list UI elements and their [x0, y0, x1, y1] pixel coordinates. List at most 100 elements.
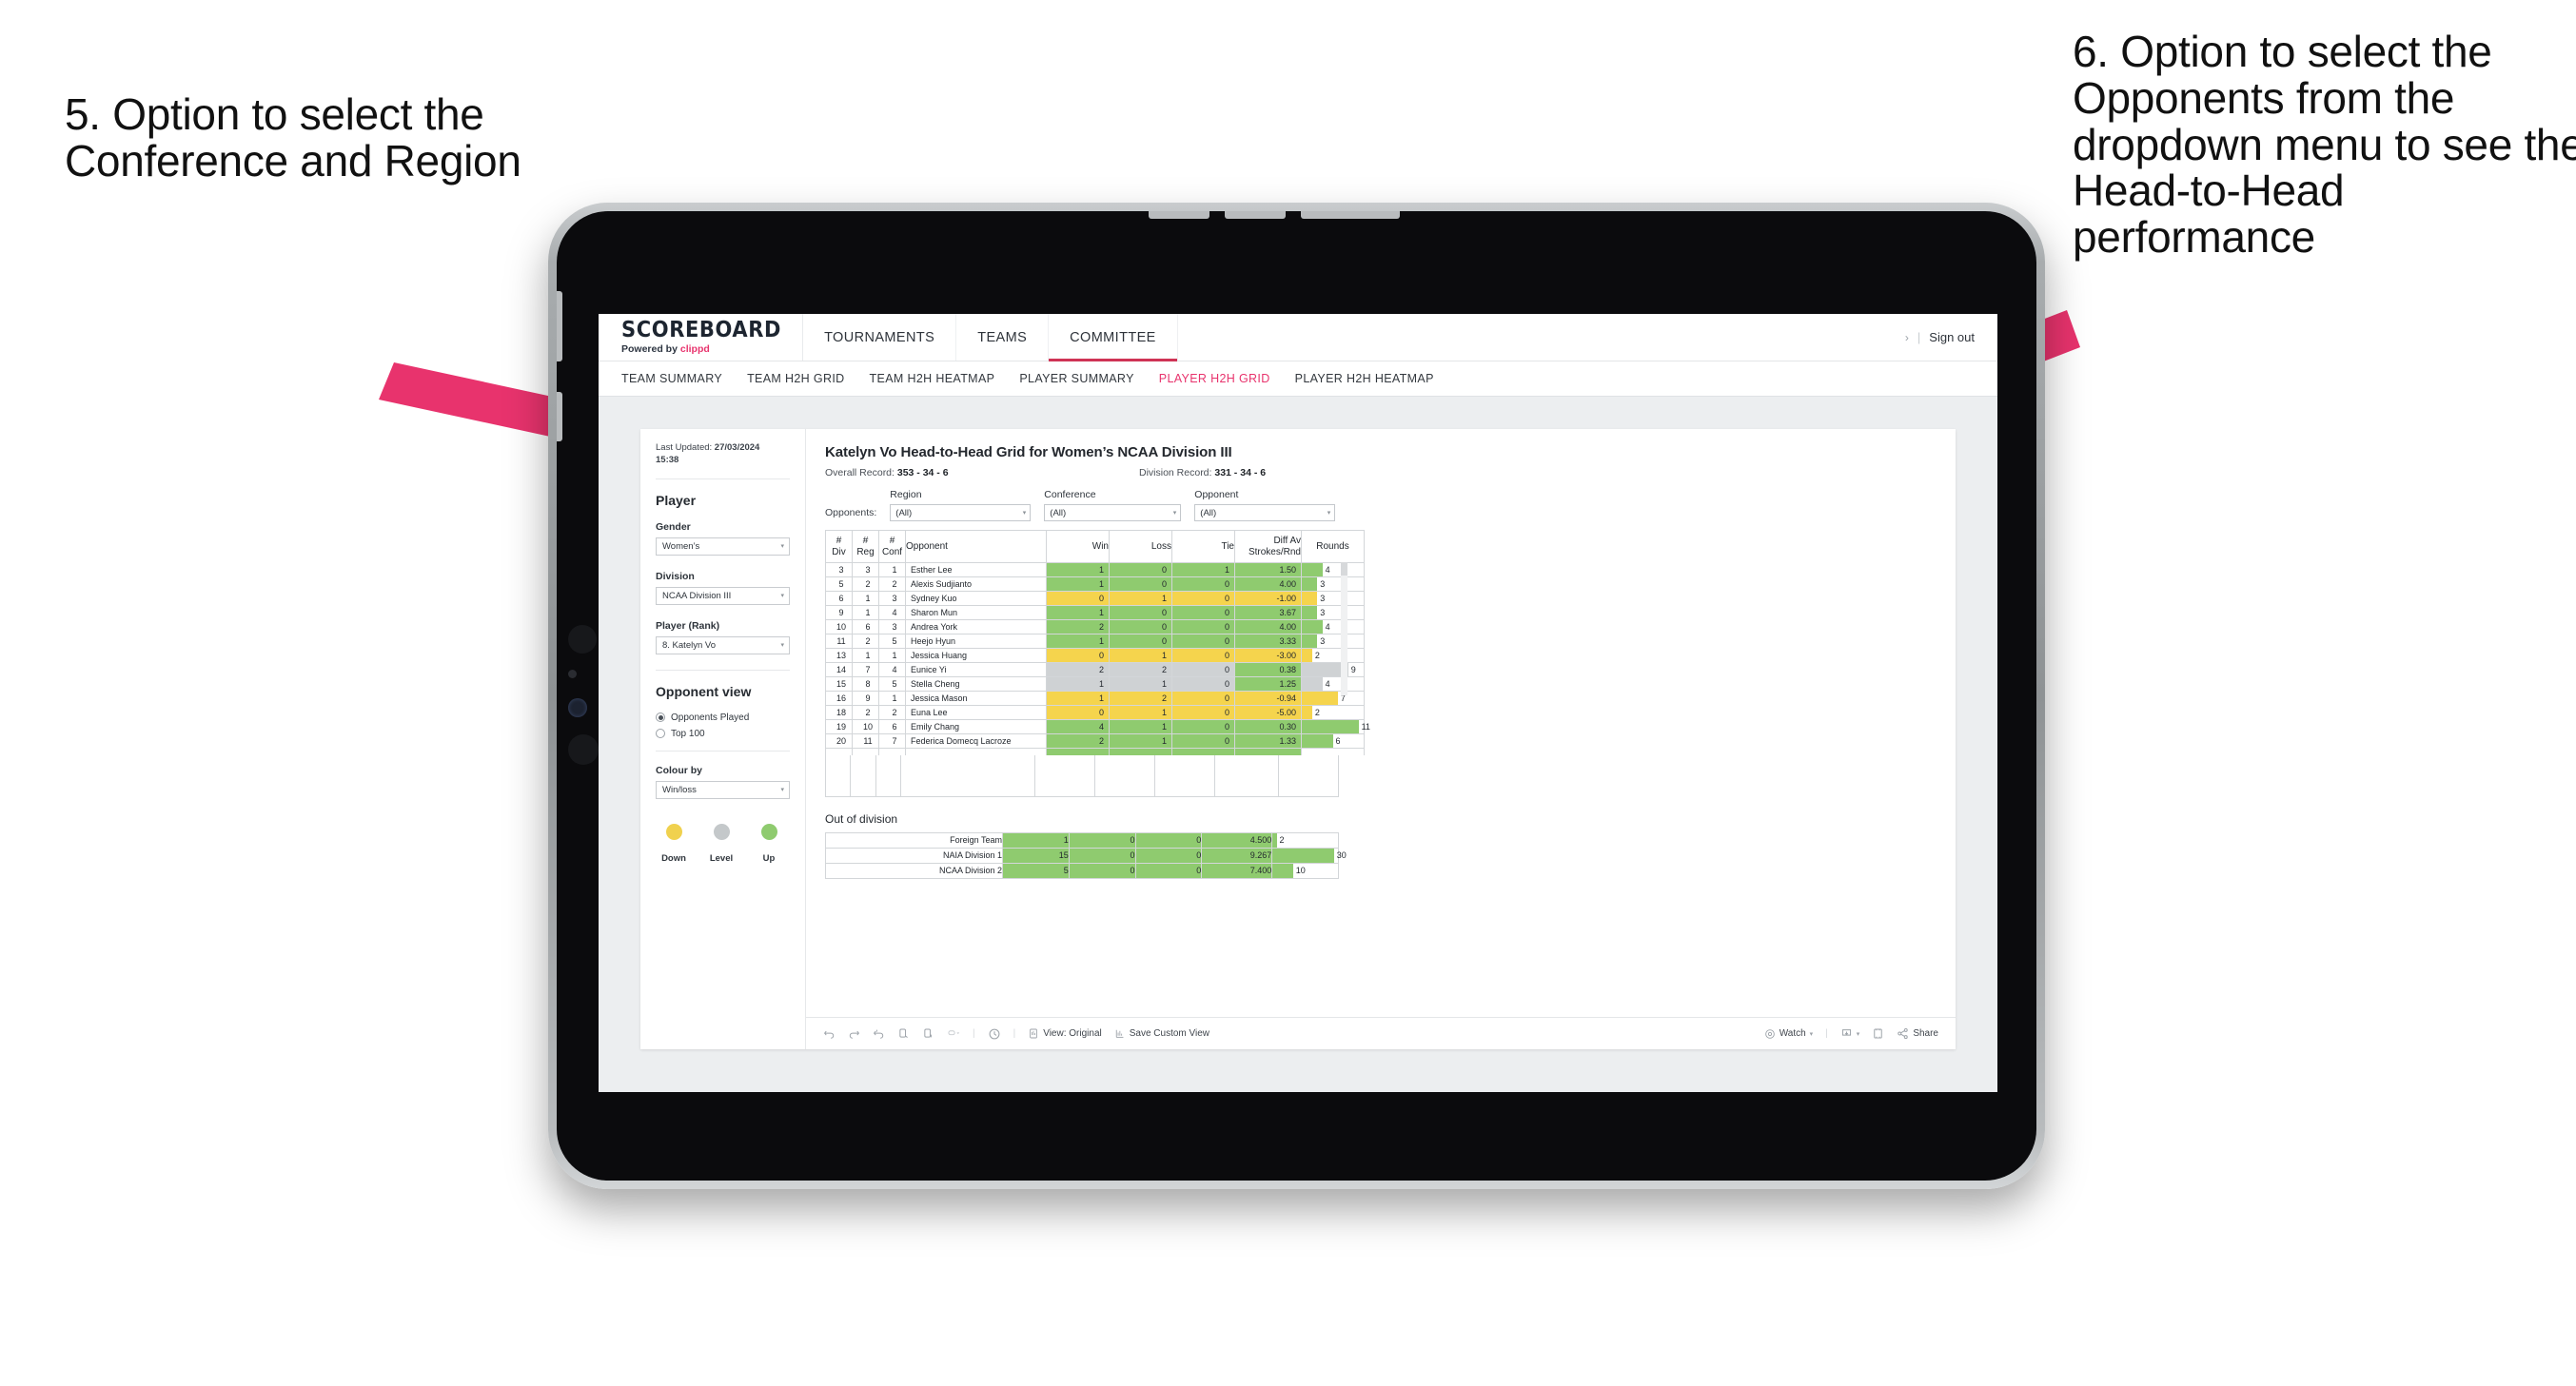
out-of-division-row[interactable]: NCAA Division 2 5 0 0 7.400 10	[825, 862, 1339, 879]
cell-win: 15	[1002, 847, 1070, 864]
refresh-data-icon[interactable]	[897, 1027, 910, 1040]
table-row[interactable]: 20 11 7 Federica Domecq Lacroze 2 1 0 1.33 6	[825, 733, 1365, 749]
sign-out-link[interactable]: Sign out	[1929, 330, 1975, 344]
redo-icon[interactable]	[848, 1027, 860, 1040]
table-row[interactable]: 5 2 2 Alexis Sudjianto 1 0 0 4.00 3	[825, 576, 1365, 592]
cell-partial	[852, 748, 879, 755]
revert-icon[interactable]	[873, 1027, 885, 1040]
cell-rounds: 2	[1271, 831, 1339, 849]
header-tie-label: Tie	[1221, 540, 1234, 552]
table-row[interactable]: 13 1 1 Jessica Huang 0 1 0 -3.00 2	[825, 648, 1365, 663]
cell-div: 18	[825, 705, 853, 720]
tab-player-h2h-grid[interactable]: PLAYER H2H GRID	[1159, 372, 1270, 385]
table-row[interactable]: 3 3 1 Esther Lee 1 0 1 1.50 4	[825, 562, 1365, 577]
fullscreen-icon[interactable]	[1872, 1027, 1884, 1040]
filter-sidebar: Last Updated: 27/03/2024 15:38 Player Ge…	[640, 429, 806, 1049]
table-row[interactable]: 6 1 3 Sydney Kuo 0 1 0 -1.00 3	[825, 591, 1365, 606]
table-row[interactable]: 14 7 4 Eunice Yi 2 2 0 0.38 9	[825, 662, 1365, 677]
annotation-left-text: 5. Option to select the Conference and R…	[65, 89, 521, 185]
brand-title: SCOREBOARD	[621, 316, 782, 342]
tab-team-summary[interactable]: TEAM SUMMARY	[621, 372, 722, 385]
screenshot-root: 5. Option to select the Conference and R…	[0, 0, 2576, 1386]
player-rank-label: Player (Rank)	[656, 619, 720, 632]
opponent-select[interactable]: (All) ▾	[1194, 504, 1336, 521]
rounds-value: 2	[1314, 708, 1320, 717]
undo-icon[interactable]	[823, 1027, 836, 1040]
cell-win: 1	[1046, 634, 1110, 649]
chevron-right-icon[interactable]: ›	[1905, 331, 1909, 344]
gender-select[interactable]: Women’s ▾	[656, 537, 790, 556]
cell-reg: 8	[852, 676, 879, 692]
region-select[interactable]: (All) ▾	[890, 504, 1032, 521]
sub-navigation-bar: TEAM SUMMARY TEAM H2H GRID TEAM H2H HEAT…	[599, 361, 1997, 397]
radio-opponents-played-label: Opponents Played	[671, 712, 750, 723]
header-div: # Div	[825, 530, 853, 563]
share-button[interactable]: Share	[1897, 1027, 1938, 1040]
toolbar-separator-1: |	[973, 1028, 975, 1039]
radio-opponents-played[interactable]: Opponents Played	[656, 713, 790, 723]
radio-top-100[interactable]: Top 100	[656, 729, 790, 739]
table-row[interactable]: 9 1 4 Sharon Mun 1 0 0 3.67 3	[825, 605, 1365, 620]
opponent-filters: Opponents: Region (All) ▾ Conference (Al…	[825, 489, 1938, 521]
cell-loss: 0	[1068, 847, 1136, 864]
header-rounds-label: Rounds	[1316, 540, 1349, 552]
brand-logo[interactable]: SCOREBOARD Powered by clippd	[599, 314, 804, 361]
cell-rounds: 3	[1301, 605, 1365, 620]
cell-rounds: 7	[1301, 691, 1365, 706]
filter-region-label: Region	[890, 489, 922, 500]
cell-diff: 4.500	[1201, 831, 1273, 849]
cell-loss: 0	[1068, 862, 1136, 879]
save-icon	[1115, 1029, 1124, 1038]
conference-select[interactable]: (All) ▾	[1044, 504, 1182, 521]
nav-item-teams[interactable]: TEAMS	[956, 314, 1050, 361]
watch-icon	[1764, 1028, 1775, 1039]
nav-item-committee[interactable]: COMMITTEE	[1049, 314, 1178, 361]
tab-player-summary[interactable]: PLAYER SUMMARY	[1019, 372, 1133, 385]
table-row[interactable]: 18 2 2 Euna Lee 0 1 0 -5.00 2	[825, 705, 1365, 720]
rounds-value: 4	[1325, 679, 1330, 689]
division-select[interactable]: NCAA Division III ▾	[656, 586, 790, 605]
cell-loss: 2	[1109, 691, 1172, 706]
cell-reg: 7	[852, 662, 879, 677]
player-rank-select[interactable]: 8. Katelyn Vo ▾	[656, 635, 790, 654]
cell-group-name: NCAA Division 2	[825, 862, 1003, 879]
tab-team-h2h-heatmap[interactable]: TEAM H2H HEATMAP	[870, 372, 995, 385]
filter-opponent-label: Opponent	[1194, 489, 1239, 500]
table-row[interactable]: 11 2 5 Heejo Hyun 1 0 0 3.33 3	[825, 634, 1365, 649]
out-of-division-row[interactable]: Foreign Team 1 0 0 4.500 2	[825, 831, 1339, 849]
view-original-button[interactable]: View: Original	[1028, 1027, 1102, 1040]
rounds-bar	[1302, 706, 1312, 719]
cell-tie: 0	[1171, 676, 1235, 692]
cell-diff: 7.400	[1201, 862, 1273, 879]
cell-conf: 2	[878, 705, 906, 720]
cell-win: 1	[1046, 676, 1110, 692]
scrollbar-thumb[interactable]	[1341, 562, 1347, 576]
save-custom-view-button[interactable]: Save Custom View	[1114, 1027, 1209, 1040]
colour-by-select[interactable]: Win/loss ▾	[656, 780, 790, 799]
radio-top-100-label: Top 100	[671, 728, 705, 739]
highlight-icon[interactable]	[947, 1027, 960, 1040]
history-clock-icon[interactable]	[988, 1027, 1001, 1041]
rounds-value: 2	[1314, 651, 1320, 660]
legend-item-level: Level	[707, 823, 736, 864]
filter-opponent: Opponent (All) ▾	[1194, 489, 1336, 521]
cell-opponent: Emily Chang	[905, 719, 1047, 734]
nav-item-tournaments[interactable]: TOURNAMENTS	[803, 314, 957, 361]
download-button[interactable]: ▾	[1840, 1027, 1859, 1040]
watch-button[interactable]: Watch ▾	[1764, 1028, 1813, 1040]
out-of-division-row[interactable]: NAIA Division 1 15 0 0 9.267 30	[825, 847, 1347, 864]
tab-team-h2h-grid[interactable]: TEAM H2H GRID	[747, 372, 844, 385]
tab-player-h2h-heatmap[interactable]: PLAYER H2H HEATMAP	[1295, 372, 1434, 385]
table-row[interactable]: 10 6 3 Andrea York 2 0 0 4.00 4	[825, 619, 1365, 634]
brand-subtitle: Powered by clippd	[621, 343, 781, 355]
cell-rounds: 4	[1301, 562, 1365, 577]
table-row[interactable]: 15 8 5 Stella Cheng 1 1 0 1.25 4	[825, 676, 1365, 692]
cell-div: 11	[825, 634, 853, 649]
h2h-table-wrapper: # Div # Reg # Conf Opponent Win Loss Tie Di…	[825, 530, 1370, 797]
table-vertical-scrollbar[interactable]	[1341, 562, 1347, 695]
table-row[interactable]: 16 9 1 Jessica Mason 1 2 0 -0.94 7	[825, 691, 1365, 706]
cell-div: 3	[825, 562, 853, 577]
table-row[interactable]: 19 10 6 Emily Chang 4 1 0 0.30 11	[825, 719, 1370, 734]
pause-data-icon[interactable]	[922, 1027, 934, 1040]
cell-conf: 2	[878, 576, 906, 592]
